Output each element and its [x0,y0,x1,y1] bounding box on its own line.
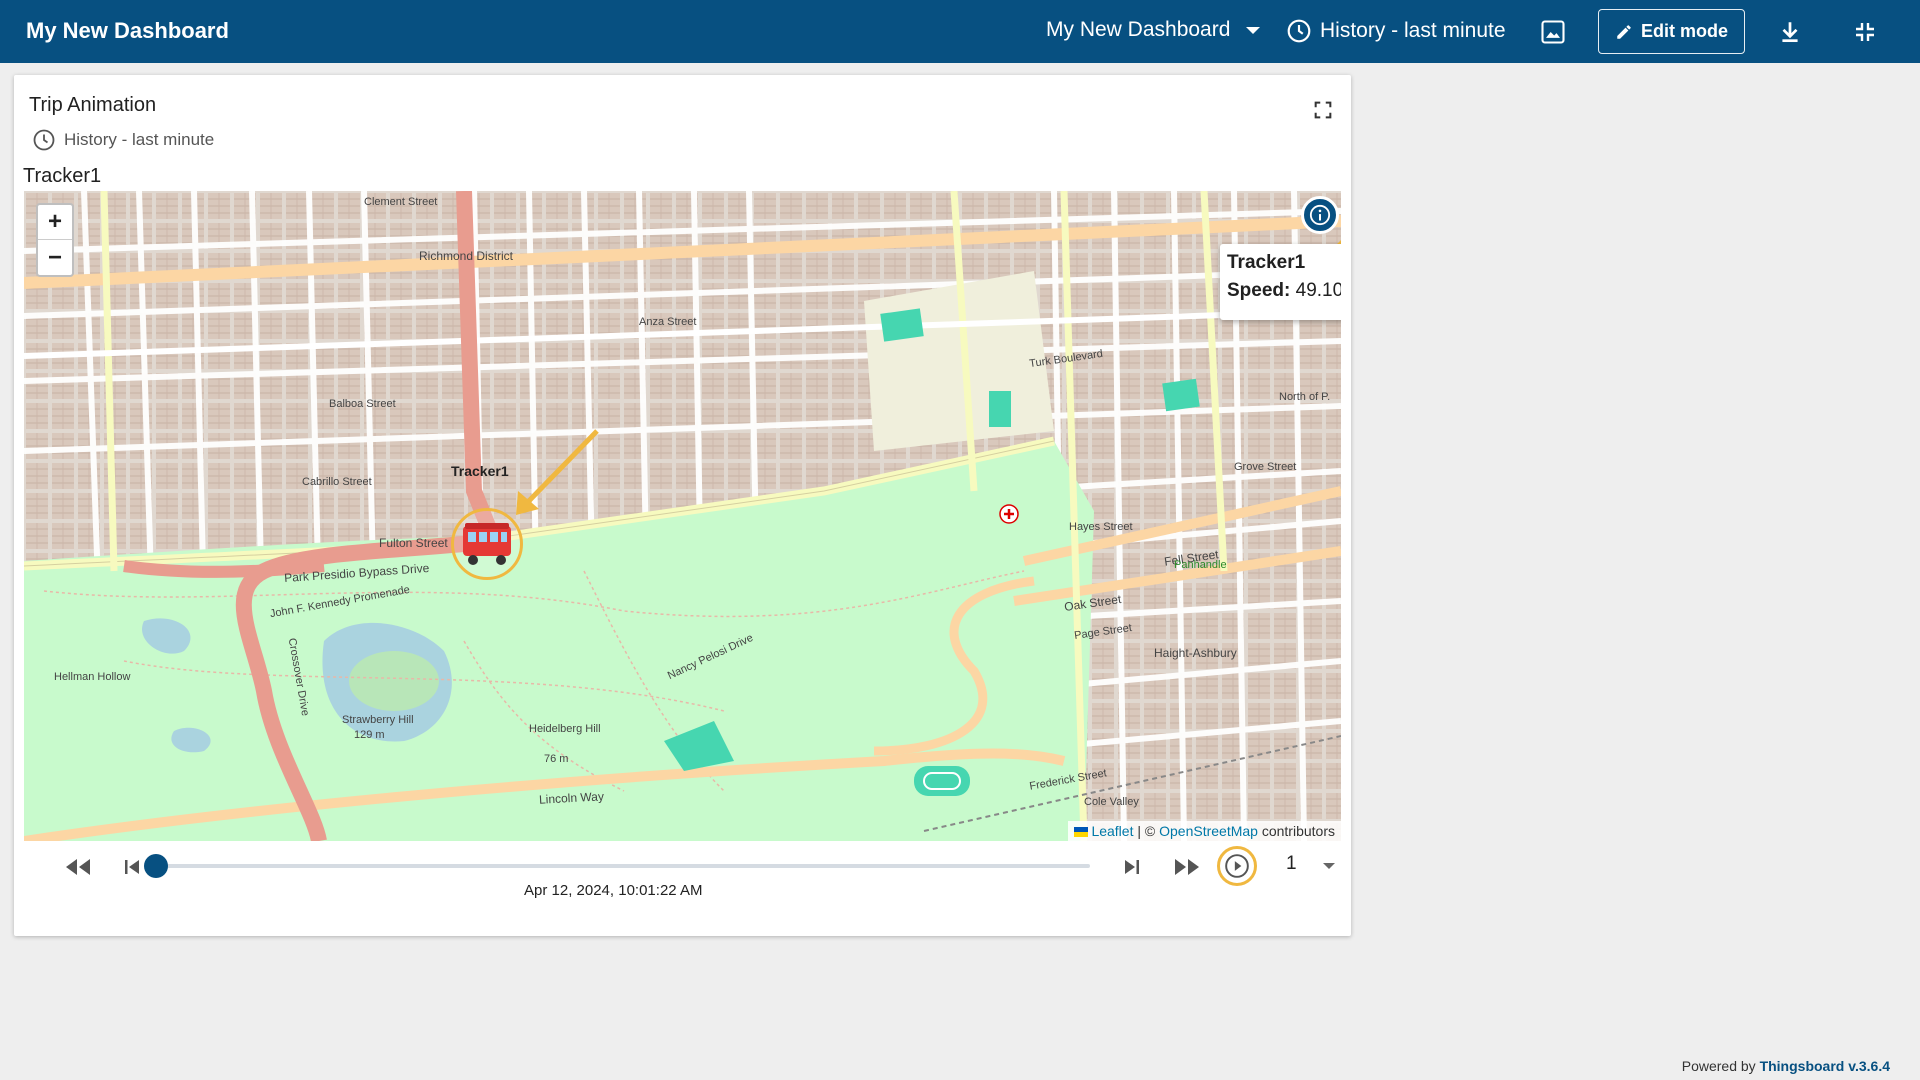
trip-animation-widget: Trip Animation History - last minute Tra… [14,75,1351,936]
district-label: Richmond District [419,249,514,263]
street-label: Balboa Street [329,398,396,410]
fast-forward-icon[interactable] [1170,850,1204,884]
street-label: Grove Street [1234,461,1297,473]
park-label: Heidelberg Hill [529,723,601,735]
marker-label: Tracker1 [451,463,509,479]
dashboard-title: My New Dashboard [26,18,229,43]
current-timestamp: Apr 12, 2024, 10:01:22 AM [524,882,703,899]
rewind-icon[interactable] [61,850,95,884]
park-label: Panhandle [1174,559,1227,571]
chevron-down-icon [1246,26,1261,34]
powered-by-text: Powered by [1681,1058,1760,1074]
play-button[interactable] [1217,846,1257,886]
powered-by-footer: Powered by Thingsboard v.3.6.4 [1682,1058,1890,1074]
widget-timewindow: History - last minute [32,128,214,152]
neighborhood-label: Haight-Ashbury [1154,646,1237,660]
map-view[interactable]: Clement Street Richmond District Anza St… [24,191,1341,841]
street-label: Clement Street [364,196,438,208]
zoom-out-button[interactable]: − [38,240,72,275]
speed-multiplier[interactable]: 1 [1286,853,1297,875]
widget-timewindow-label: History - last minute [64,130,215,149]
street-label: Hayes Street [1069,521,1133,533]
speed-label: Speed: [1227,280,1291,301]
clock-icon [33,129,55,151]
osm-link[interactable]: OpenStreetMap [1159,823,1258,839]
speed-value: 49.10 [1295,280,1341,301]
tram-icon [463,523,511,565]
popup-tracker-name: Tracker1 [1227,252,1306,273]
edit-mode-button[interactable]: Edit mode [1598,9,1745,54]
tracker-marker[interactable] [451,508,523,580]
park-label: Hellman Hollow [54,671,131,683]
ukraine-flag-icon [1074,827,1089,838]
timeline-slider[interactable] [144,854,1090,878]
exit-fullscreen-icon[interactable] [1850,17,1880,47]
attribution-suffix: contributors [1257,823,1335,839]
clock-icon [1287,19,1311,43]
export-image-icon[interactable] [1538,17,1568,47]
street-label: Cabrillo Street [302,476,372,488]
top-bar: My New Dashboard My New Dashboard Histor… [0,0,1920,63]
timewindow-label: History - last minute [1320,19,1506,42]
map-attribution: Leaflet | © OpenStreetMap contributors [1068,821,1341,841]
speed-dropdown-icon[interactable] [1323,863,1335,869]
park-label: Strawberry Hill [342,714,414,726]
timeline-thumb[interactable] [144,854,168,878]
elevation-label: 129 m [354,729,385,741]
map-tiles [24,191,1341,841]
zoom-control: + − [36,203,74,277]
pencil-icon [1617,24,1631,39]
leaflet-link[interactable]: Leaflet [1091,823,1133,839]
neighborhood-label: Cole Valley [1084,796,1139,808]
street-label: Fulton Street [379,536,448,550]
skip-end-icon[interactable] [1115,850,1149,884]
dashboard-selector[interactable]: My New Dashboard [1046,18,1261,42]
attribution-separator: | © [1133,823,1160,839]
elevation-label: 76 m [544,753,569,765]
timewindow-button[interactable]: History - last minute [1286,18,1506,44]
playback-controls: Apr 12, 2024, 10:01:22 AM 1 [24,845,1341,925]
info-icon[interactable] [1301,196,1339,234]
edit-mode-label: Edit mode [1640,21,1728,41]
dashboard-selector-label: My New Dashboard [1046,18,1231,41]
tracker-name: Tracker1 [23,165,102,187]
thingsboard-link[interactable]: Thingsboard v.3.6.4 [1760,1058,1890,1074]
play-icon [1225,854,1249,878]
tracker-popup: Tracker1 Speed: 49.10 [1220,244,1341,320]
widget-title: Trip Animation [29,94,157,116]
download-icon[interactable] [1775,17,1805,47]
area-label: North of P. [1279,391,1331,403]
street-label: Anza Street [639,316,697,328]
popup-speed: Speed: 49.10 [1227,280,1341,302]
fullscreen-icon[interactable] [1312,99,1336,123]
zoom-in-button[interactable]: + [38,205,72,240]
